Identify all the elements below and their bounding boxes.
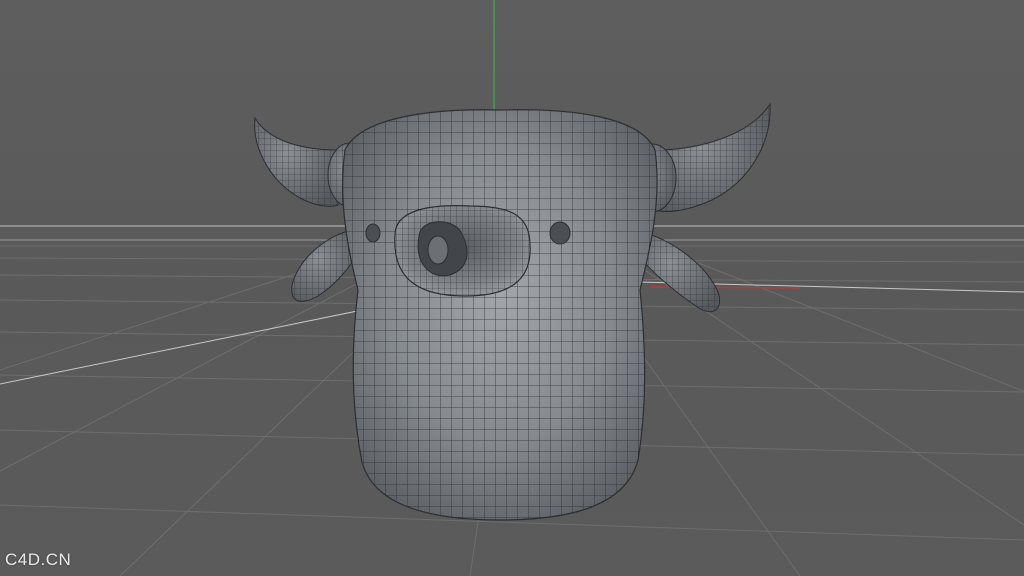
snout[interactable] <box>394 205 531 297</box>
left-horn[interactable] <box>254 116 339 207</box>
left-eye <box>365 223 381 243</box>
3d-viewport[interactable]: C4D.CN <box>0 0 1024 576</box>
watermark-text: C4D.CN <box>5 550 72 569</box>
bull-body-mesh[interactable] <box>330 100 670 530</box>
right-eye <box>549 221 571 245</box>
viewport-canvas[interactable] <box>0 0 1024 576</box>
